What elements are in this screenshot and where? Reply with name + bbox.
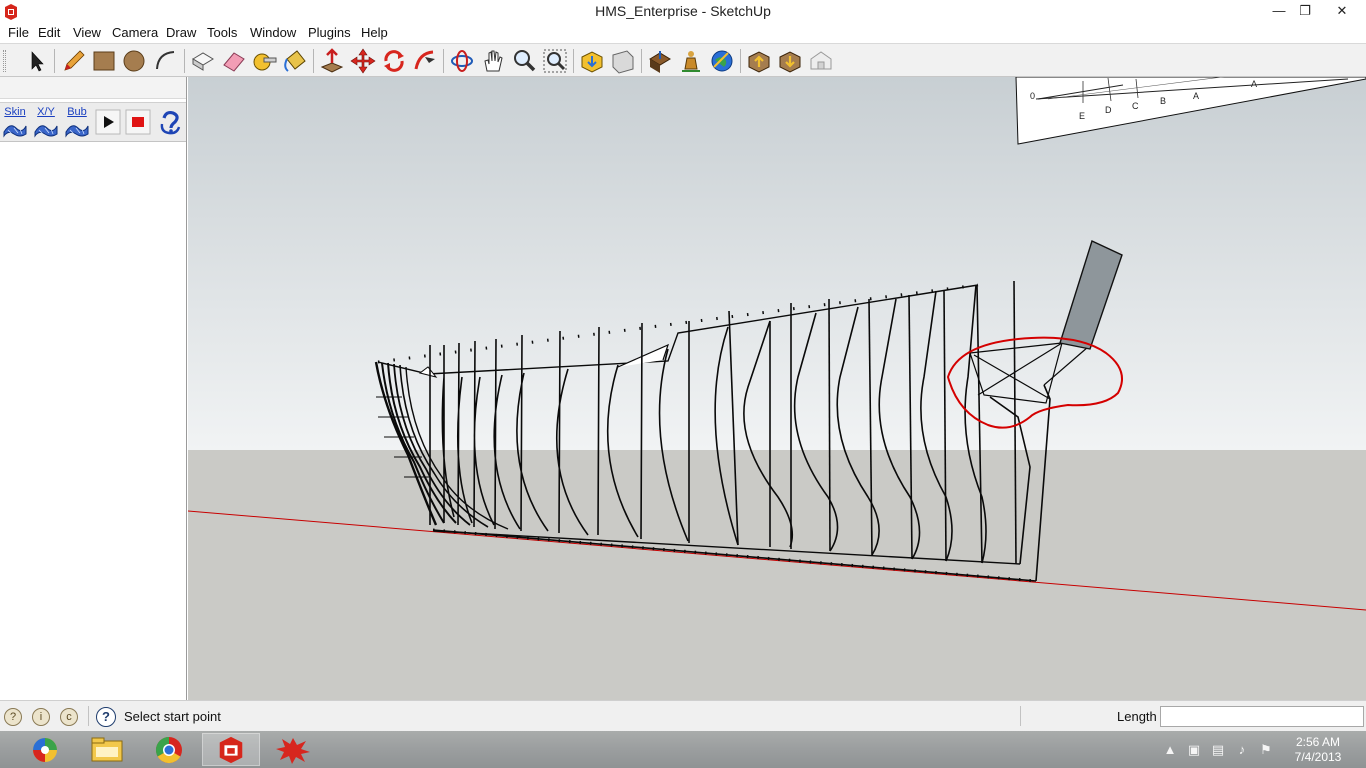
select-arrow-icon[interactable] [22, 47, 50, 75]
measurement-input[interactable] [1160, 706, 1364, 727]
bub-label: Bub [67, 106, 87, 118]
tape-measure-icon[interactable] [250, 47, 278, 75]
skin-button[interactable]: Skin [0, 106, 30, 138]
skin-label: Skin [4, 106, 26, 118]
status-separator [1020, 706, 1021, 726]
action-center-flag-icon[interactable]: ⚑ [1258, 742, 1274, 758]
picasa-icon[interactable] [16, 733, 74, 766]
svg-text:A: A [1251, 79, 1257, 89]
toolbar-separator [641, 49, 642, 73]
title-bar: HMS_Enterprise - SketchUp — ❐ ✕ [0, 0, 1366, 24]
clock-time: 2:56 AM [1295, 735, 1341, 749]
status-message: Select start point [124, 709, 221, 724]
xy-button[interactable]: X/Y [31, 106, 61, 138]
measurement-label: Length [1117, 709, 1157, 724]
status-bar: ? i c ? Select start point Length [0, 700, 1366, 731]
dock-strip [0, 77, 186, 99]
show-hidden-icons[interactable]: ▲ [1162, 742, 1178, 758]
orbit-icon[interactable] [448, 47, 476, 75]
pan-hand-icon[interactable] [479, 47, 507, 75]
menu-tools[interactable]: Tools [207, 25, 237, 40]
svg-text:D: D [1105, 105, 1112, 115]
share-component-icon[interactable] [745, 47, 773, 75]
maximize-button[interactable]: ❐ [1288, 0, 1322, 24]
menu-camera[interactable]: Camera [112, 25, 158, 40]
toolbar-separator [54, 49, 55, 73]
move-icon[interactable] [349, 47, 377, 75]
main-toolbar [0, 43, 1366, 77]
drawing-viewport[interactable]: 0 A A B C D E [188, 77, 1366, 700]
follow-me-icon[interactable] [411, 47, 439, 75]
windows-taskbar: ▲ ▣ ▤ ♪ ⚑ 2:56 AM 7/4/2013 [0, 731, 1366, 768]
bub-button[interactable]: Bub [62, 106, 92, 138]
ground-plane [188, 450, 1366, 700]
share-model-icon[interactable] [609, 47, 637, 75]
circle-icon[interactable] [120, 47, 148, 75]
svg-text:B: B [1160, 96, 1166, 106]
svg-text:C: C [1132, 101, 1139, 111]
arc-icon[interactable] [152, 47, 180, 75]
sky [188, 77, 1366, 450]
xy-mesh-icon [34, 125, 58, 138]
sketchup-icon[interactable] [202, 733, 260, 766]
xy-label: X/Y [37, 106, 55, 118]
window-title: HMS_Enterprise - SketchUp [595, 3, 771, 19]
zoom-extents-icon[interactable] [541, 47, 569, 75]
menu-help[interactable]: Help [361, 25, 388, 40]
geolocation-icon[interactable]: ? [4, 708, 22, 726]
menu-view[interactable]: View [73, 25, 101, 40]
skin-mesh-icon [3, 125, 27, 138]
menu-plugins[interactable]: Plugins [308, 25, 351, 40]
status-separator [88, 706, 89, 726]
volume-icon[interactable]: ♪ [1234, 742, 1250, 758]
toolbar-separator [573, 49, 574, 73]
menu-bar: File Edit View Camera Draw Tools Window … [0, 24, 1366, 43]
sketchup-window: HMS_Enterprise - SketchUp — ❐ ✕ File Edi… [0, 0, 1366, 768]
toolbar-separator [313, 49, 314, 73]
menu-window[interactable]: Window [250, 25, 296, 40]
get-component-icon[interactable] [776, 47, 804, 75]
paint-bucket-icon[interactable] [281, 47, 309, 75]
system-clock[interactable]: 2:56 AM 7/4/2013 [1286, 735, 1350, 765]
stop-icon[interactable] [125, 109, 151, 135]
get-photo-texture-icon[interactable] [646, 47, 674, 75]
play-icon[interactable] [95, 109, 121, 135]
paint-splat-icon[interactable] [264, 733, 322, 766]
bubble-mesh-icon [65, 125, 89, 138]
plugin-toolbar: Skin X/Y Bub [0, 102, 186, 142]
network-icon[interactable]: ▤ [1210, 742, 1226, 758]
left-toolbar-dock: Skin X/Y Bub [0, 77, 187, 700]
push-pull-icon[interactable] [318, 47, 346, 75]
get-models-icon[interactable] [578, 47, 606, 75]
pencil-line-icon[interactable] [60, 47, 88, 75]
clock-date: 7/4/2013 [1294, 750, 1342, 764]
preview-google-earth-icon[interactable] [708, 47, 736, 75]
eraser-icon[interactable] [220, 47, 248, 75]
rotate-icon[interactable] [380, 47, 408, 75]
help-swirl-icon[interactable] [156, 108, 184, 136]
warehouse-icon[interactable] [807, 47, 835, 75]
account-icon[interactable]: c [60, 708, 78, 726]
file-explorer-icon[interactable] [78, 733, 136, 766]
toolbar-separator [184, 49, 185, 73]
menu-draw[interactable]: Draw [166, 25, 196, 40]
svg-text:E: E [1079, 111, 1085, 121]
close-button[interactable]: ✕ [1320, 0, 1364, 24]
menu-file[interactable]: File [8, 25, 29, 40]
svg-text:0: 0 [1030, 91, 1035, 101]
toolbar-separator [740, 49, 741, 73]
zoom-icon[interactable] [510, 47, 538, 75]
model-canvas[interactable]: 0 A A B C D E [188, 77, 1366, 700]
menu-edit[interactable]: Edit [38, 25, 60, 40]
make-component-icon[interactable] [189, 47, 217, 75]
svg-text:A: A [1193, 91, 1199, 101]
add-location-icon[interactable] [677, 47, 705, 75]
chrome-icon[interactable] [140, 733, 198, 766]
rectangle-icon[interactable] [90, 47, 118, 75]
instructor-help-icon[interactable]: ? [96, 707, 116, 727]
toolbar-grip[interactable] [3, 50, 6, 72]
credits-icon[interactable]: i [32, 708, 50, 726]
toolbar-separator [443, 49, 444, 73]
device-icon[interactable]: ▣ [1186, 742, 1202, 758]
